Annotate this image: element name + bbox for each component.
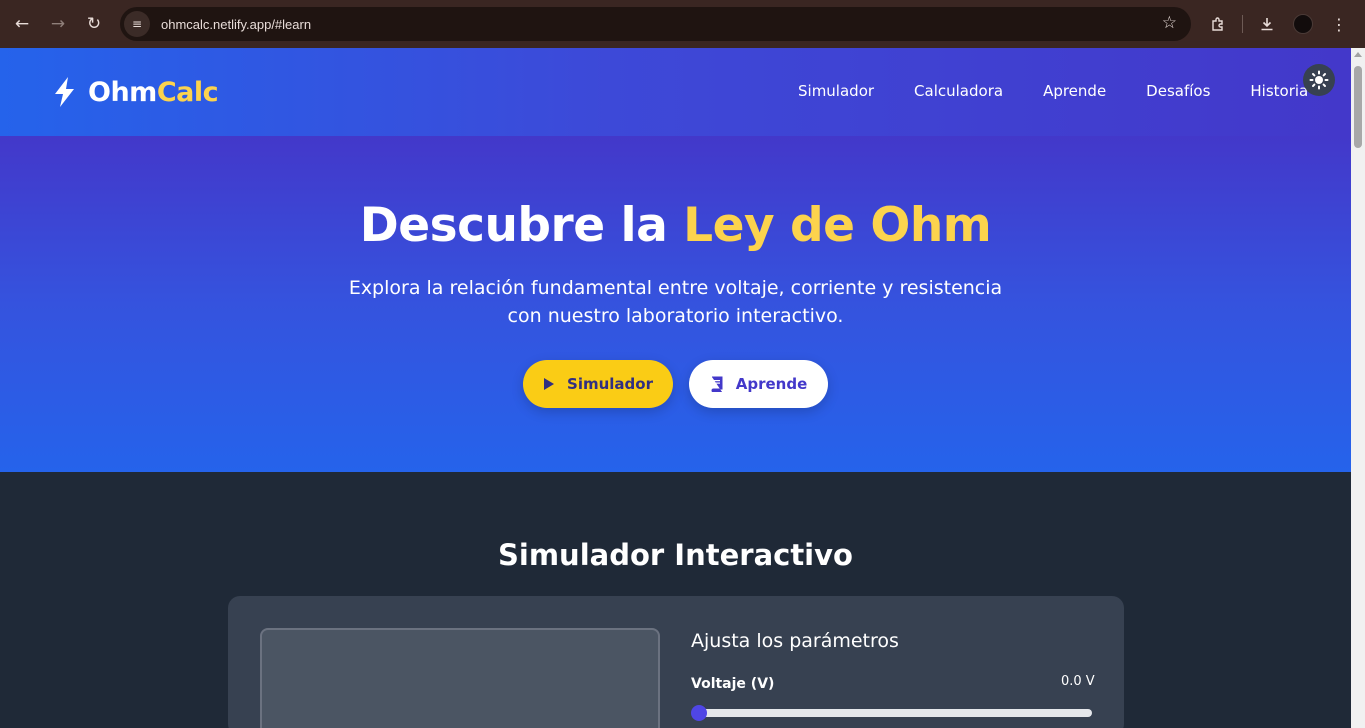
nav-historia[interactable]: Historia	[1250, 82, 1308, 100]
hero-title-accent: Ley de Ohm	[683, 198, 992, 253]
back-arrow-icon[interactable]: ←	[4, 6, 40, 42]
hero-lead: Explora la relación fundamental entre vo…	[348, 277, 1003, 327]
profile-avatar[interactable]	[1285, 7, 1321, 41]
simulator-card: Ajusta los parámetros Voltaje (V) 0.0 V	[228, 596, 1124, 728]
voltage-value: 0.0 V	[1061, 674, 1095, 689]
menu-dots-icon[interactable]: ⋮	[1321, 7, 1357, 41]
url-text[interactable]: ohmcalc.netlify.app/#learn	[161, 17, 311, 32]
voltage-slider[interactable]	[691, 705, 1092, 721]
voltage-slider-thumb[interactable]	[691, 705, 707, 721]
toolbar-divider	[1242, 15, 1243, 33]
browser-actions: ⋮	[1200, 7, 1357, 41]
logo-main: Ohm	[88, 76, 157, 108]
logo-accent: Calc	[156, 76, 219, 108]
extensions-icon[interactable]	[1200, 7, 1236, 41]
download-icon[interactable]	[1249, 7, 1285, 41]
simulator-section: Simulador Interactivo Ajusta los parámet…	[0, 472, 1351, 728]
learn-button[interactable]: Aprende	[689, 360, 828, 408]
nav-calculadora[interactable]: Calculadora	[914, 82, 1003, 100]
play-icon	[544, 378, 555, 390]
learn-button-label: Aprende	[735, 375, 808, 393]
nav-desafios[interactable]: Desafíos	[1146, 82, 1210, 100]
nav-aprende[interactable]: Aprende	[1043, 82, 1106, 100]
page-scrollbar[interactable]	[1351, 48, 1365, 728]
book-icon	[711, 376, 723, 392]
logo[interactable]: OhmCalc	[52, 76, 219, 108]
site-settings-icon[interactable]: ≡	[124, 11, 150, 37]
star-icon[interactable]: ☆	[1162, 13, 1177, 33]
simulator-title: Simulador Interactivo	[498, 538, 853, 572]
site-header: OhmCalc Simulador Calculadora Aprende De…	[0, 48, 1351, 136]
scrollbar-thumb[interactable]	[1354, 66, 1362, 148]
scroll-up-arrow[interactable]	[1354, 52, 1362, 57]
hero-title-main: Descubre la	[359, 198, 684, 253]
voltage-label: Voltaje (V)	[691, 676, 775, 692]
simulator-button[interactable]: Simulador	[523, 360, 673, 408]
reload-icon[interactable]: ↻	[76, 6, 112, 42]
params-title: Ajusta los parámetros	[691, 630, 899, 652]
simulator-button-label: Simulador	[567, 375, 653, 393]
logo-text: OhmCalc	[88, 76, 219, 108]
hero-title: Descubre la Ley de Ohm	[0, 198, 1351, 253]
sun-icon	[1309, 70, 1329, 90]
address-bar[interactable]: ≡ ohmcalc.netlify.app/#learn ☆	[120, 7, 1191, 41]
browser-toolbar: ← → ↻ ≡ ohmcalc.netlify.app/#learn ☆ ⋮	[0, 0, 1365, 48]
hero-section: Descubre la Ley de Ohm Explora la relaci…	[0, 136, 1351, 472]
bolt-icon	[55, 77, 74, 107]
forward-arrow-icon[interactable]: →	[40, 6, 76, 42]
theme-toggle-button[interactable]	[1303, 64, 1335, 96]
nav-simulador[interactable]: Simulador	[798, 82, 874, 100]
circuit-canvas[interactable]	[260, 628, 660, 728]
main-nav: Simulador Calculadora Aprende Desafíos H…	[798, 82, 1348, 100]
